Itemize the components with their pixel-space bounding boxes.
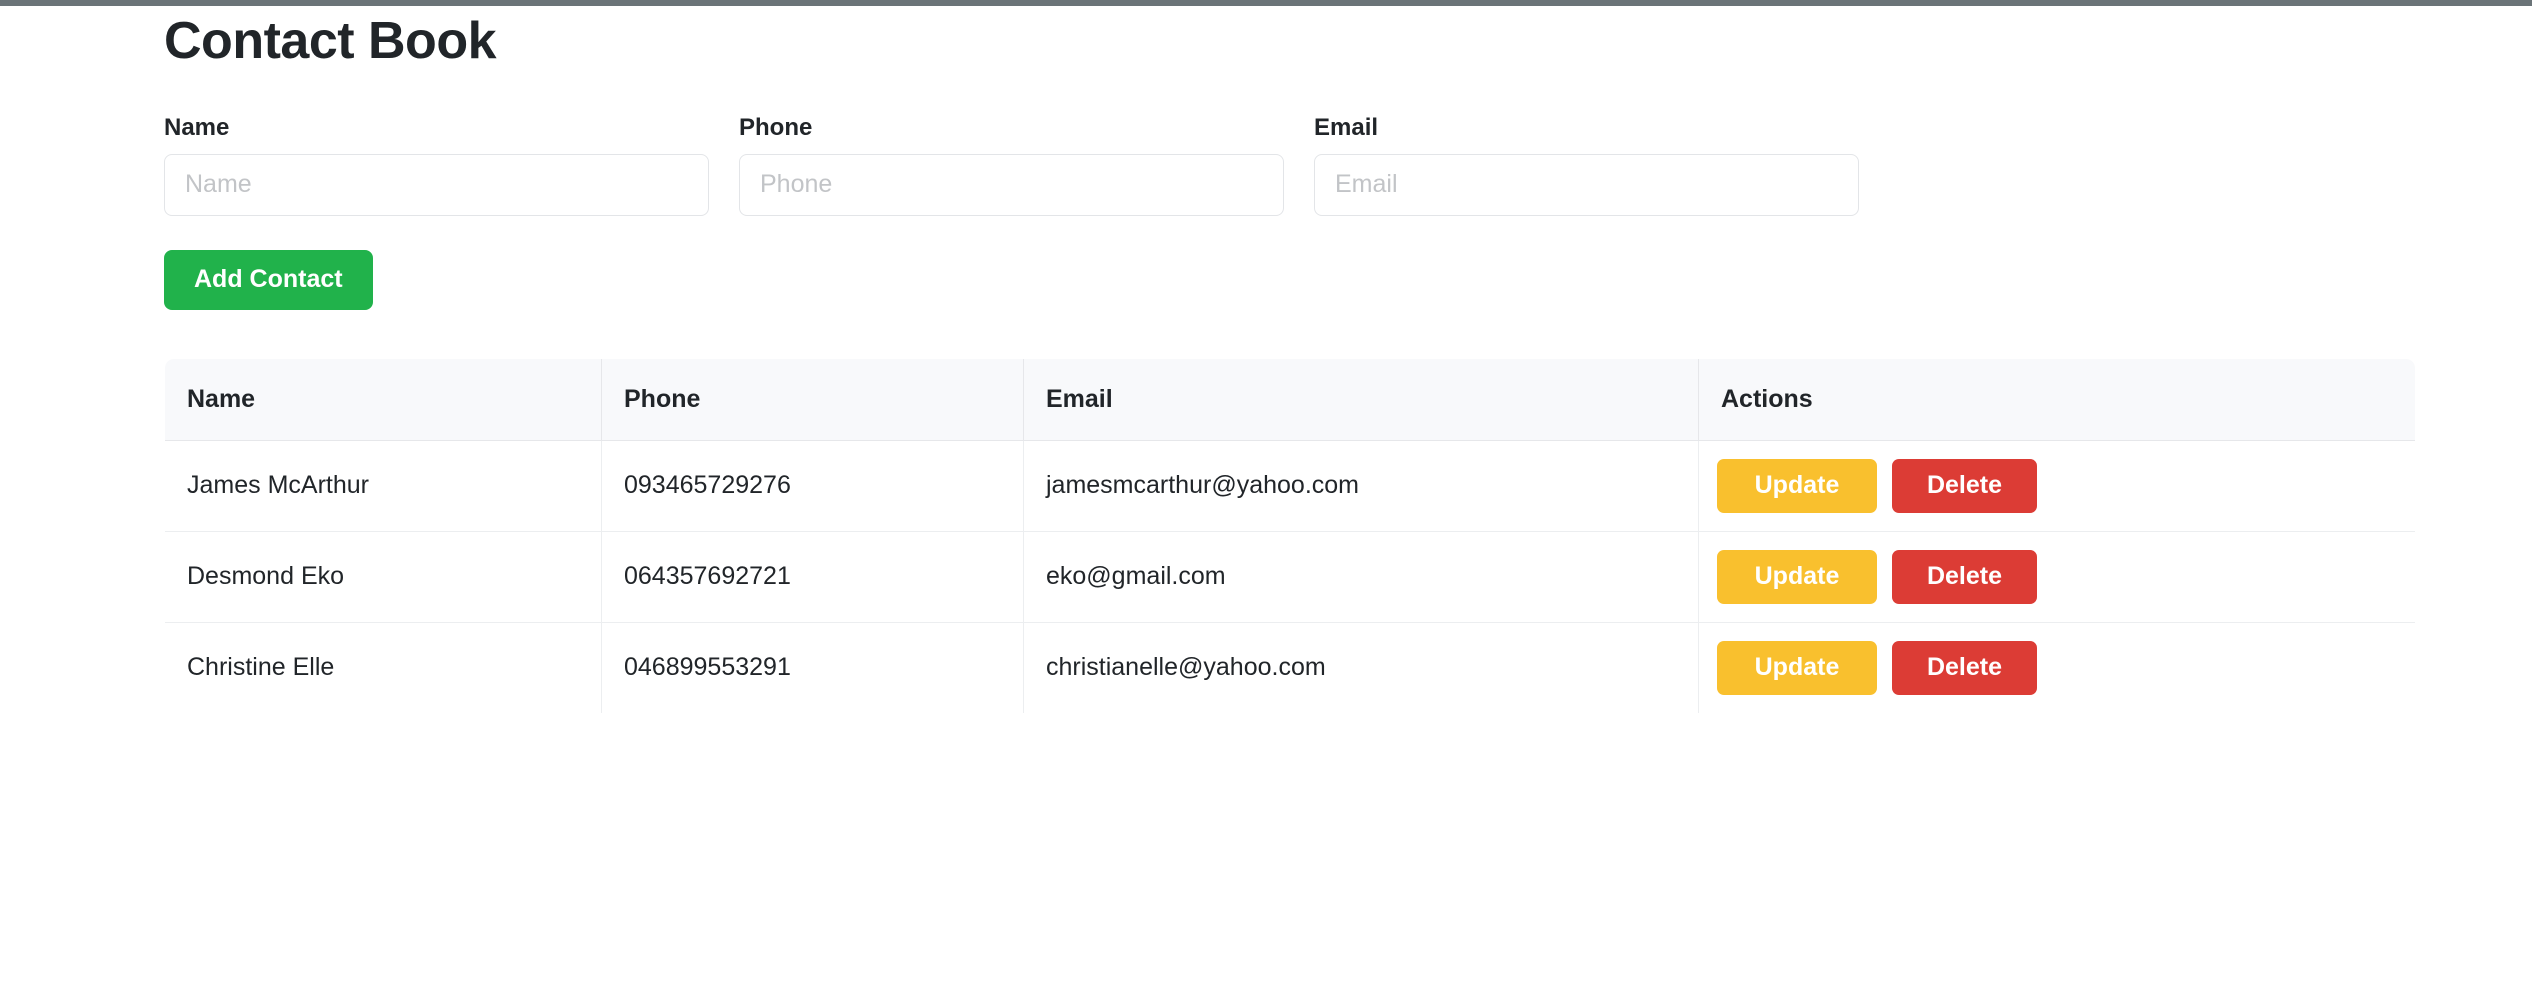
cell-email: eko@gmail.com: [1024, 531, 1699, 622]
update-button[interactable]: Update: [1717, 459, 1877, 513]
delete-button[interactable]: Delete: [1892, 459, 2037, 513]
email-label: Email: [1314, 114, 1859, 143]
form-group-email: Email: [1314, 114, 1859, 216]
form-group-name: Name: [164, 114, 709, 216]
add-contact-form: Name Phone Email: [164, 114, 2472, 216]
table-row: James McArthur 093465729276 jamesmcarthu…: [165, 440, 2416, 531]
page-container: Contact Book Name Phone Email Add Contac…: [0, 6, 2532, 714]
email-input[interactable]: [1314, 154, 1859, 216]
table-header-row: Name Phone Email Actions: [165, 358, 2416, 440]
delete-button[interactable]: Delete: [1892, 641, 2037, 695]
cell-name: Desmond Eko: [165, 531, 602, 622]
cell-email: jamesmcarthur@yahoo.com: [1024, 440, 1699, 531]
cell-actions: Update Delete: [1699, 622, 2416, 713]
action-buttons-group: Update Delete: [1717, 641, 2415, 695]
column-header-phone: Phone: [602, 358, 1024, 440]
cell-email: christianelle@yahoo.com: [1024, 622, 1699, 713]
action-buttons-group: Update Delete: [1717, 550, 2415, 604]
contacts-table: Name Phone Email Actions James McArthur …: [164, 358, 2416, 714]
name-input[interactable]: [164, 154, 709, 216]
cell-phone: 046899553291: [602, 622, 1024, 713]
column-header-email: Email: [1024, 358, 1699, 440]
cell-name: James McArthur: [165, 440, 602, 531]
phone-input[interactable]: [739, 154, 1284, 216]
table-body: James McArthur 093465729276 jamesmcarthu…: [165, 440, 2416, 713]
update-button[interactable]: Update: [1717, 641, 1877, 695]
add-contact-button[interactable]: Add Contact: [164, 250, 373, 310]
form-group-phone: Phone: [739, 114, 1284, 216]
cell-phone: 093465729276: [602, 440, 1024, 531]
name-label: Name: [164, 114, 709, 143]
table-header: Name Phone Email Actions: [165, 358, 2416, 440]
phone-label: Phone: [739, 114, 1284, 143]
action-buttons-group: Update Delete: [1717, 459, 2415, 513]
table-row: Desmond Eko 064357692721 eko@gmail.com U…: [165, 531, 2416, 622]
table-row: Christine Elle 046899553291 christianell…: [165, 622, 2416, 713]
column-header-name: Name: [165, 358, 602, 440]
cell-name: Christine Elle: [165, 622, 602, 713]
delete-button[interactable]: Delete: [1892, 550, 2037, 604]
cell-actions: Update Delete: [1699, 440, 2416, 531]
page-title: Contact Book: [164, 6, 2472, 72]
column-header-actions: Actions: [1699, 358, 2416, 440]
cell-phone: 064357692721: [602, 531, 1024, 622]
update-button[interactable]: Update: [1717, 550, 1877, 604]
cell-actions: Update Delete: [1699, 531, 2416, 622]
